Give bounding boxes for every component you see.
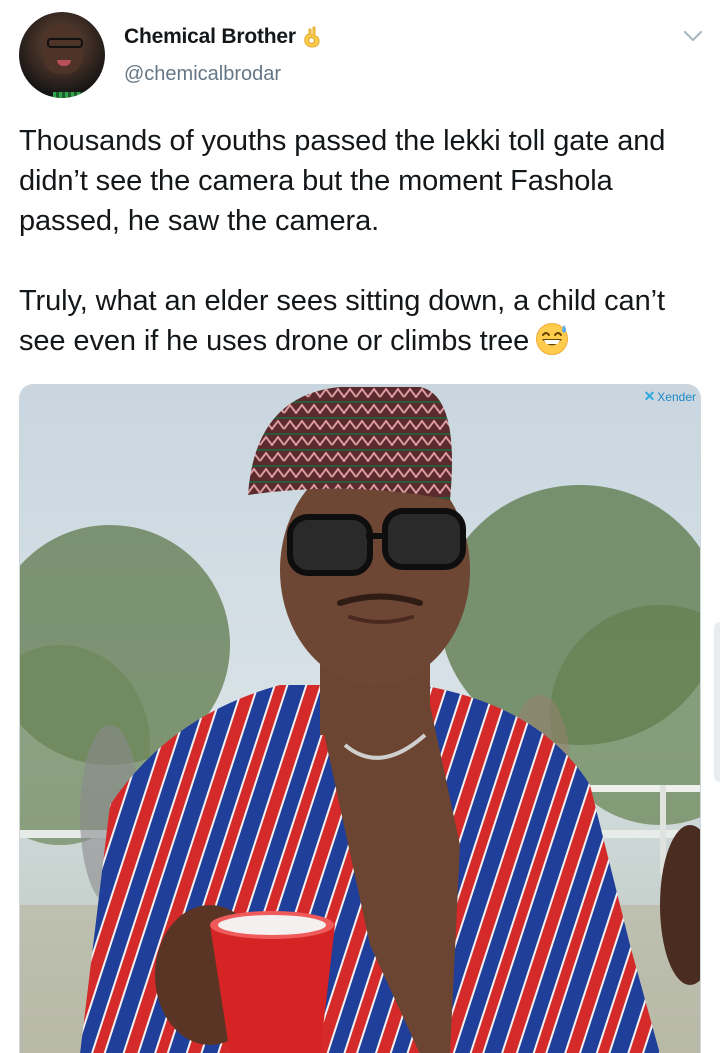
- avatar-face: [43, 24, 83, 74]
- author-name-row[interactable]: Chemical Brother: [124, 25, 322, 49]
- avatar[interactable]: [19, 12, 105, 98]
- watermark-label: Xender: [657, 389, 696, 404]
- avatar-band: [53, 92, 83, 98]
- xender-logo-icon: ✕: [643, 388, 656, 404]
- side-scroll-handle[interactable]: [714, 622, 720, 782]
- xender-watermark: ✕ Xender: [644, 388, 696, 405]
- avatar-glasses: [47, 38, 83, 48]
- tweet-text: Thousands of youths passed the lekki tol…: [19, 121, 699, 361]
- author-handle[interactable]: @chemicalbrodar: [124, 63, 281, 86]
- photo-illustration: [20, 385, 700, 1053]
- tweet-card: Chemical Brother @chemicalbrodar Thousan…: [0, 0, 720, 1053]
- tweet-paragraph: Truly, what an elder sees sitting down, …: [19, 281, 699, 361]
- tweet-paragraph: Thousands of youths passed the lekki tol…: [19, 125, 666, 237]
- grinning-sweat-icon: [535, 322, 569, 356]
- ok-hand-icon: [302, 26, 322, 48]
- chevron-down-icon[interactable]: [682, 26, 704, 46]
- tweet-photo[interactable]: ✕ Xender: [19, 384, 701, 1053]
- display-name[interactable]: Chemical Brother: [124, 25, 296, 49]
